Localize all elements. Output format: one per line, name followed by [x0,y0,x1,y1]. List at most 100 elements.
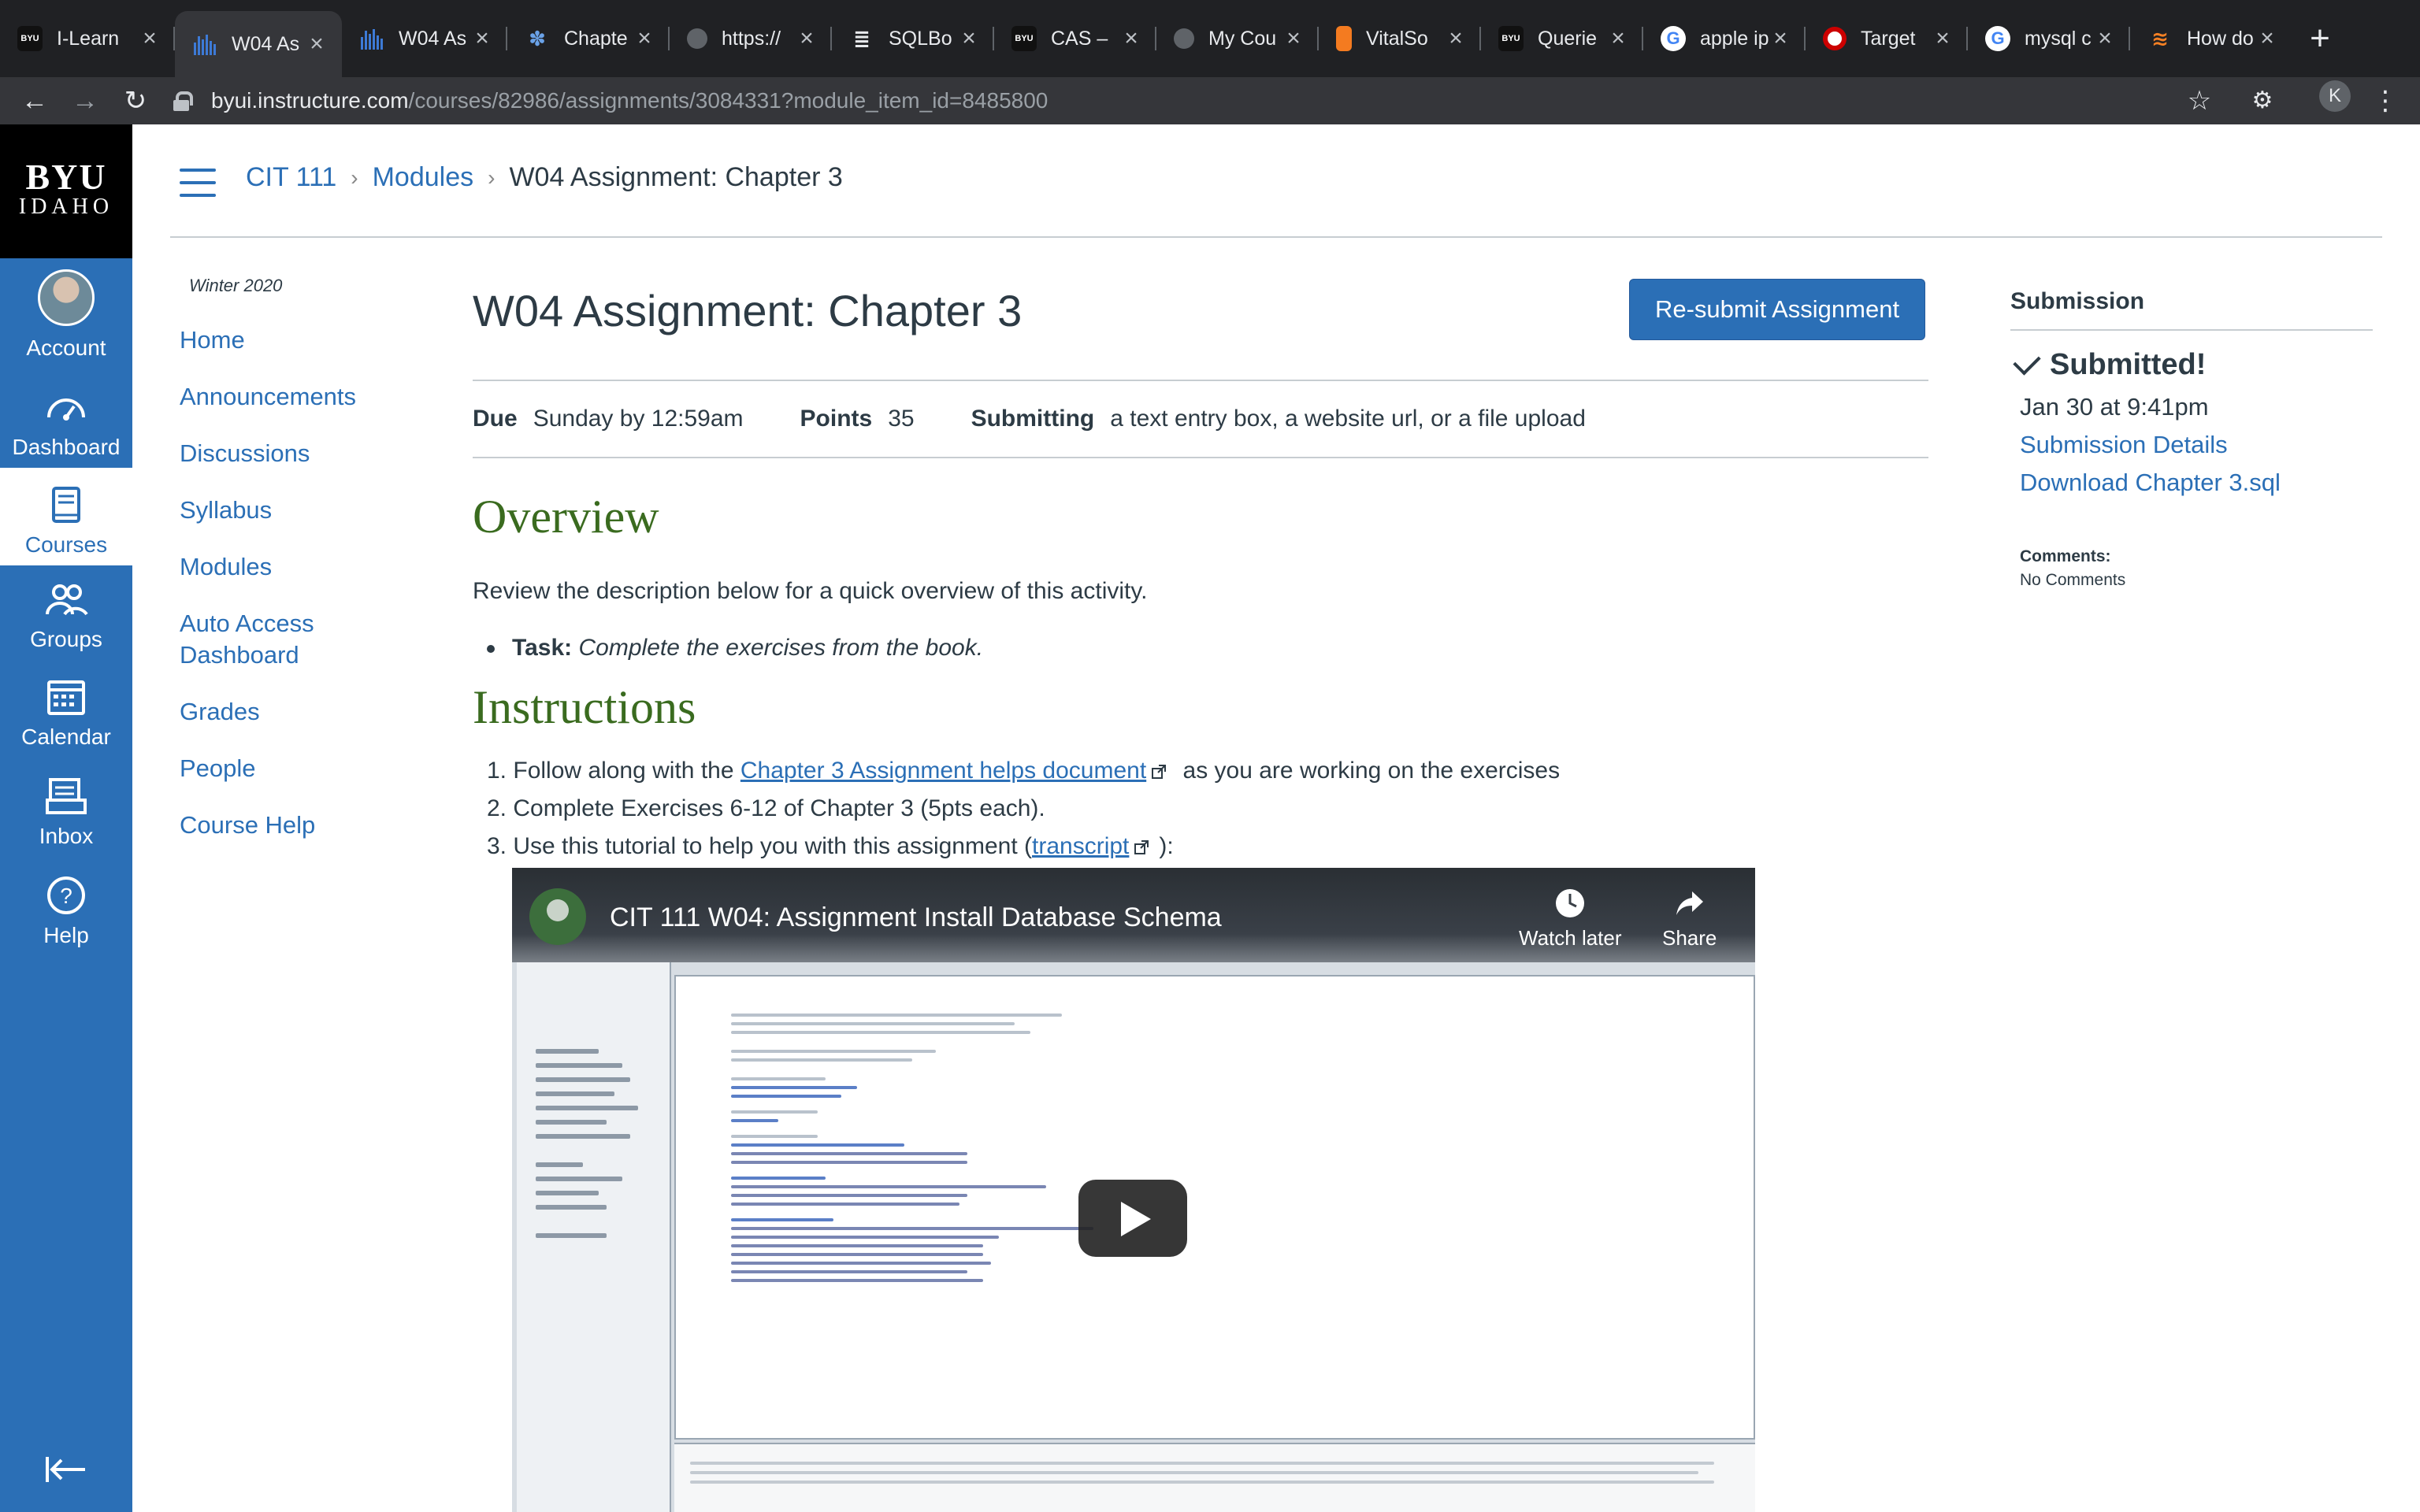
forward-button[interactable]: → [66,82,104,120]
instruction-item-2: 2. Complete Exercises 6-12 of Chapter 3 … [487,795,1045,822]
breadcrumb-course[interactable]: CIT 111 [246,162,336,193]
nav-courses[interactable]: Courses [0,468,132,565]
course-nav-discussions[interactable]: Discussions [180,438,432,469]
close-icon[interactable]: × [1933,25,1952,52]
close-icon[interactable]: × [1446,25,1465,52]
clock-icon [1556,889,1585,917]
browser-tab[interactable]: My Cou × [1156,13,1319,65]
download-file-link[interactable]: Download Chapter 3.sql [2020,469,2373,497]
bookmark-star-icon[interactable]: ☆ [2184,85,2215,117]
course-nav-course-help[interactable]: Course Help [180,810,432,841]
resubmit-assignment-button[interactable]: Re-submit Assignment [1629,279,1925,340]
globe-icon [1174,28,1194,49]
task-label: Task: [512,635,573,661]
global-nav: BYU IDAHO Account Dashboard Courses Grou… [0,124,132,1512]
close-icon[interactable]: × [473,25,492,52]
tab-title: CAS – [1051,27,1108,50]
browser-tab[interactable]: ≋ How do × [2130,13,2292,65]
new-tab-button[interactable]: + [2300,19,2340,58]
browser-tab[interactable]: https:// × [670,13,832,65]
close-icon[interactable]: × [140,25,159,52]
close-icon[interactable]: × [307,31,326,57]
course-nav-home[interactable]: Home [180,324,432,356]
close-icon[interactable]: × [959,25,978,52]
browser-tab[interactable]: Target × [1806,13,1968,65]
browser-tab[interactable]: G mysql c × [1968,13,2130,65]
collapse-nav-icon[interactable] [44,1454,88,1485]
share-button[interactable]: Share [1662,887,1717,951]
item-text: Follow along with the [513,758,740,784]
course-nav-modules[interactable]: Modules [180,551,432,583]
tab-title: W04 As [399,27,467,50]
browser-tab[interactable]: ≣ SQLBo × [832,13,994,65]
byu-idaho-logo[interactable]: BYU IDAHO [0,124,132,258]
close-icon[interactable]: × [2258,25,2277,52]
watch-later-button[interactable]: Watch later [1519,887,1622,951]
submission-details-link[interactable]: Submission Details [2020,431,2373,459]
video-title[interactable]: CIT 111 W04: Assignment Install Database… [610,902,1222,933]
play-button[interactable] [1078,1180,1187,1257]
lock-icon [173,91,193,111]
course-nav: Winter 2020 Home Announcements Discussio… [180,276,432,866]
tab-title: SQLBo [889,27,952,50]
due-label: Due [473,406,518,432]
globe-icon [687,28,707,49]
close-icon[interactable]: × [1284,25,1303,52]
browser-tab[interactable]: BYU CAS – × [994,13,1156,65]
target-icon [1823,27,1847,50]
submitting-value: a text entry box, a website url, or a fi… [1110,406,1586,432]
close-icon[interactable]: × [1609,25,1628,52]
external-link-icon [1134,840,1149,855]
reload-button[interactable]: ↻ [117,82,154,120]
course-nav-auto-access-dashboard[interactable]: Auto Access Dashboard [180,608,353,671]
tab-title: VitalSo [1366,27,1428,50]
chapter3-helps-link[interactable]: Chapter 3 Assignment helps document [740,758,1146,784]
chevron-right-icon: › [351,165,358,190]
browser-tab-active[interactable]: W04 As × [175,11,342,77]
browser-tab[interactable]: G apple ip × [1643,13,1806,65]
profile-avatar[interactable]: K [2319,80,2351,112]
submission-heading: Submission [2010,288,2373,331]
nav-groups[interactable]: Groups [0,580,132,652]
tab-title: I-Learn [57,27,120,50]
close-icon[interactable]: × [1122,25,1141,52]
instructions-heading: Instructions [473,681,696,733]
menu-dots-icon[interactable]: ⋮ [2370,85,2401,117]
nav-calendar[interactable]: Calendar [0,677,132,750]
browser-tab[interactable]: BYU Querie × [1481,13,1643,65]
nav-inbox[interactable]: Inbox [0,776,132,849]
submitting-label: Submitting [971,406,1095,432]
course-nav-grades[interactable]: Grades [180,696,432,728]
browser-tab[interactable]: VitalSo × [1319,13,1481,65]
bird-icon: ✽ [529,26,546,50]
embedded-video-player[interactable]: CIT 111 W04: Assignment Install Database… [512,868,1755,1512]
course-nav-announcements[interactable]: Announcements [180,381,432,413]
logo-line1: BYU [25,157,107,197]
nav-help[interactable]: ? Help [0,876,132,948]
instruction-item-1: 1. Follow along with the Chapter 3 Assig… [487,758,1560,784]
channel-avatar[interactable] [529,888,586,945]
course-nav-people[interactable]: People [180,753,432,784]
close-icon[interactable]: × [797,25,816,52]
breadcrumb-modules[interactable]: Modules [373,162,474,193]
submission-sidebar: Submission Submitted! Jan 30 at 9:41pm S… [2010,288,2373,590]
url-path: /courses/82986/assignments/3084331?modul… [408,88,1049,113]
tab-title: My Cou [1208,27,1277,50]
video-output-pane [674,1443,1755,1512]
transcript-link[interactable]: transcript [1032,833,1129,859]
close-icon[interactable]: × [1771,25,1790,52]
back-button[interactable]: ← [16,82,54,120]
browser-tab[interactable]: ✽ Chapte × [507,13,670,65]
browser-tab[interactable]: W04 As × [342,13,507,65]
browser-tab[interactable]: BYU I-Learn × [0,13,175,65]
close-icon[interactable]: × [2095,25,2114,52]
extension-gear-icon[interactable]: ⚙ [2247,85,2278,117]
nav-label: Inbox [39,824,94,848]
course-menu-toggle[interactable] [180,169,216,197]
nav-account[interactable]: Account [0,269,132,361]
close-icon[interactable]: × [635,25,654,52]
nav-dashboard[interactable]: Dashboard [0,387,132,460]
breadcrumb-current: W04 Assignment: Chapter 3 [509,162,843,192]
course-nav-syllabus[interactable]: Syllabus [180,495,432,526]
address-bar[interactable]: byui.instructure.com/courses/82986/assig… [173,77,1048,124]
